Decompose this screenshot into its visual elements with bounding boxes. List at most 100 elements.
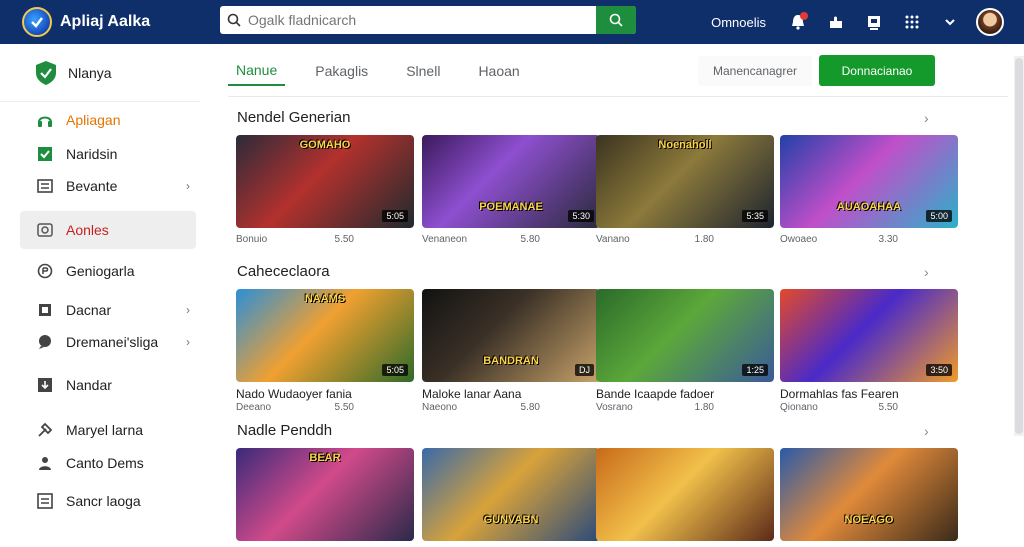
chevron-right-icon: › <box>186 303 190 317</box>
sidebar-item-label: Canto Dems <box>66 455 144 471</box>
search-icon <box>36 221 54 239</box>
game-thumbnail[interactable]: BANDRAN DJ <box>422 289 600 382</box>
search-button[interactable] <box>596 6 636 34</box>
card-title[interactable]: Maloke lanar Aana <box>422 387 600 401</box>
search-icon <box>609 13 623 27</box>
brand[interactable]: Apliaj Aalka <box>22 7 212 37</box>
search-bar[interactable] <box>220 6 636 34</box>
sidebar-item-naridsin[interactable]: Naridsin <box>20 136 196 172</box>
chevron-right-icon[interactable]: › <box>924 110 929 126</box>
secondary-link[interactable]: Manencanagrer <box>698 56 812 86</box>
card-title[interactable]: Bande Icaapde fadoer <box>596 387 774 401</box>
primary-button[interactable]: Donnacianao <box>819 55 935 86</box>
game-card[interactable]: GUNVABN <box>422 448 600 547</box>
sidebar-item-nandar[interactable]: Nandar <box>20 367 196 403</box>
game-thumbnail[interactable]: GOMAHO 5:05 <box>236 135 414 228</box>
sidebar-item-label: Apliagan <box>66 112 121 128</box>
card-meta-left: Vosrano <box>596 402 633 413</box>
sidebar-item-label: Nandar <box>66 377 112 393</box>
top-link[interactable]: Omnoelis <box>711 15 766 30</box>
card-meta: Venaneon 5.80 <box>422 234 600 245</box>
chevron-right-icon[interactable]: › <box>924 264 929 280</box>
game-thumbnail[interactable]: POEMANAE 5:30 <box>422 135 600 228</box>
duration-badge: DJ <box>575 364 594 376</box>
thumbnail-title-art: NAAMS <box>304 293 346 305</box>
game-thumbnail[interactable]: 1:25 <box>596 289 774 382</box>
game-thumbnail[interactable]: NAAMS 5:05 <box>236 289 414 382</box>
search-input[interactable] <box>248 6 596 34</box>
list-icon <box>36 177 54 195</box>
sidebar-header[interactable]: Nlanya <box>0 44 200 102</box>
card-meta: Vosrano 1.80 <box>596 402 774 413</box>
sidebar-item-aonles[interactable]: Aonles <box>20 211 196 249</box>
download-icon <box>36 376 54 394</box>
app-title: Apliaj Aalka <box>60 13 151 30</box>
card-meta-right: 5.50 <box>334 234 354 245</box>
game-thumbnail[interactable]: 3:50 <box>780 289 958 382</box>
tab-haoan[interactable]: Haoan <box>470 57 527 85</box>
game-thumbnail[interactable]: AUAOAHAA 5:00 <box>780 135 958 228</box>
sidebar-item-apliagan[interactable]: Apliagan <box>20 102 196 138</box>
game-card[interactable]: BANDRAN DJ Maloke lanar Aana Naeono 5.80 <box>422 289 600 413</box>
card-title[interactable]: Nado Wudaoyer fania <box>236 387 414 401</box>
game-thumbnail[interactable]: NOEAGO <box>780 448 958 541</box>
game-card[interactable] <box>596 448 774 547</box>
library-icon[interactable] <box>862 10 886 34</box>
chevron-right-icon: › <box>186 179 190 193</box>
card-meta: Qionano 5.50 <box>780 402 958 413</box>
sidebar-item-bevante[interactable]: Bevante › <box>20 168 196 204</box>
section-title: Nendel Generian <box>237 109 351 126</box>
sidebar-item-geniogarla[interactable]: Geniogarla <box>20 253 196 289</box>
duration-badge: 5:05 <box>382 210 408 222</box>
sidebar-item-sancr[interactable]: Sancr laoga <box>20 483 196 519</box>
card-meta: Owoaeo 3.30 <box>780 234 958 245</box>
thumbnail-title-art: Noenaholl <box>658 139 712 151</box>
card-meta-left: Deeano <box>236 402 272 413</box>
sidebar-item-label: Maryel larna <box>66 422 144 438</box>
checkbox-icon <box>36 145 54 163</box>
duration-badge: 5:00 <box>926 210 952 222</box>
apps-grid-icon[interactable] <box>900 10 924 34</box>
game-thumbnail[interactable]: BEAR <box>236 448 414 541</box>
scrollbar-thumb[interactable] <box>1015 58 1023 434</box>
notification-dot <box>800 12 808 20</box>
puzzle-icon[interactable] <box>824 10 848 34</box>
game-card[interactable]: GOMAHO 5:05 Bonuio 5.50 <box>236 135 414 245</box>
tab-slnell[interactable]: Slnell <box>398 57 448 85</box>
game-card[interactable]: POEMANAE 5:30 Venaneon 5.80 <box>422 135 600 245</box>
sidebar-item-label: Aonles <box>66 222 109 238</box>
tab-pakaglis[interactable]: Pakaglis <box>307 57 376 85</box>
gamepad-icon <box>36 262 54 280</box>
game-card[interactable]: AUAOAHAA 5:00 Owoaeo 3.30 <box>780 135 958 245</box>
card-meta-right: 5.80 <box>520 234 540 245</box>
sidebar-item-dremanei[interactable]: Dremanei'sliga › <box>20 324 196 360</box>
tab-nanue[interactable]: Nanue <box>228 56 286 86</box>
sidebar-item-label: Dremanei'sliga <box>66 334 159 350</box>
chat-icon <box>36 333 54 351</box>
sidebar-item-label: Bevante <box>66 178 118 194</box>
sidebar-item-maryel[interactable]: Maryel larna <box>20 412 196 448</box>
thumbnail-title-art: BANDRAN <box>483 355 539 367</box>
game-card[interactable]: NOEAGO <box>780 448 958 547</box>
tab-bar: Nanue Pakaglis Slnell Haoan <box>228 54 550 88</box>
avatar[interactable] <box>976 8 1004 36</box>
game-card[interactable]: 1:25 Bande Icaapde fadoer Vosrano 1.80 <box>596 289 774 413</box>
top-bar: Apliaj Aalka Omnoelis <box>0 0 1024 44</box>
chevron-right-icon[interactable]: › <box>924 423 929 439</box>
game-thumbnail[interactable] <box>596 448 774 541</box>
game-card[interactable]: 3:50 Dormahlas fas Fearen Qionano 5.50 <box>780 289 958 413</box>
bell-icon[interactable] <box>786 10 810 34</box>
chevron-right-icon: › <box>186 335 190 349</box>
game-card[interactable]: Noenaholl 5:35 Vanano 1.80 <box>596 135 774 245</box>
card-meta-right: 5.50 <box>334 402 354 413</box>
game-card[interactable]: NAAMS 5:05 Nado Wudaoyer fania Deeano 5.50 <box>236 289 414 413</box>
game-thumbnail[interactable]: GUNVABN <box>422 448 600 541</box>
game-thumbnail[interactable]: Noenaholl 5:35 <box>596 135 774 228</box>
sidebar-item-canto[interactable]: Canto Dems <box>20 445 196 481</box>
sidebar-item-dacnar[interactable]: Dacnar › <box>20 292 196 328</box>
chevron-down-icon[interactable] <box>938 10 962 34</box>
card-title[interactable]: Dormahlas fas Fearen <box>780 387 958 401</box>
grid-icon <box>36 492 54 510</box>
card-meta-left: Owoaeo <box>780 234 818 245</box>
game-card[interactable]: BEAR <box>236 448 414 547</box>
